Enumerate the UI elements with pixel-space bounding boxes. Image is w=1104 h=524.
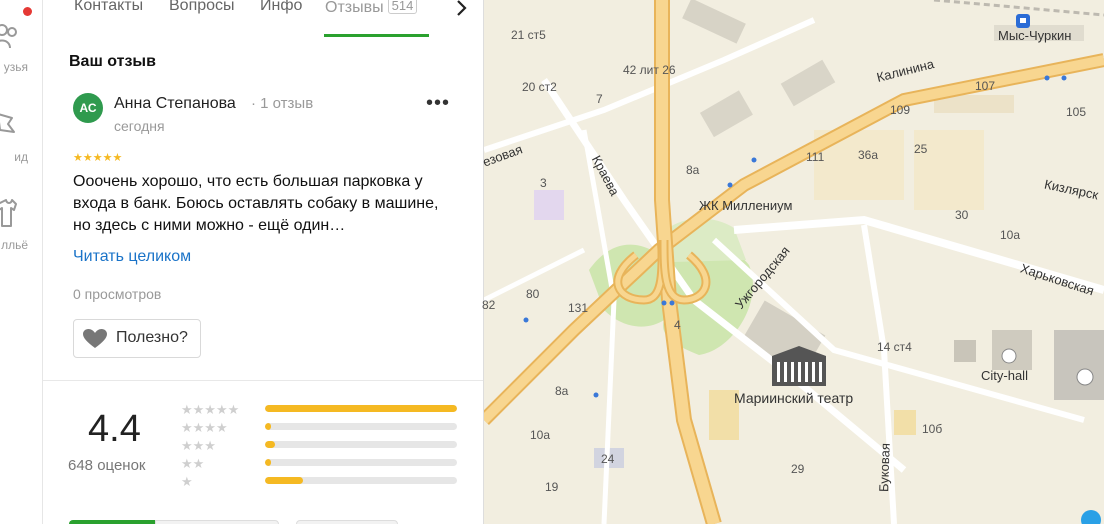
house-number: 21 ст5 [511, 28, 546, 42]
house-number: 82 [482, 298, 496, 312]
house-number: 7 [596, 92, 603, 106]
rail-item-clothes[interactable]: лльё [0, 198, 42, 258]
sort-button[interactable] [155, 520, 279, 524]
tab-bar: Контакты Вопросы Инфо Отзывы 514 [43, 0, 483, 37]
clothes-icon [0, 199, 17, 227]
org-panel: Контакты Вопросы Инфо Отзывы 514 Ваш отзы… [43, 0, 484, 524]
rating-row-fill [265, 459, 271, 466]
chevron-right-icon[interactable] [451, 0, 471, 18]
rating-row-fill [265, 441, 275, 448]
review-date: сегодня [114, 118, 165, 134]
rating-row-stars: ★★★★ [181, 420, 228, 435]
review-text: Ооочень хорошо, что есть большая парковк… [73, 173, 439, 234]
house-number: 36а [858, 148, 879, 162]
notification-dot [23, 7, 32, 16]
house-number: 109 [890, 103, 911, 117]
active-tab-indicator [324, 34, 429, 37]
rail-label-guide: ид [14, 150, 28, 164]
house-number: 30 [955, 208, 969, 222]
house-number: 131 [568, 301, 589, 315]
tab-reviews[interactable]: Отзывы 514 [325, 0, 418, 17]
house-number: 4 [674, 318, 681, 332]
guide-icon [0, 113, 15, 133]
rating-row-bar [265, 423, 457, 430]
house-number: 42 лит 26 [623, 63, 676, 77]
your-review-title: Ваш отзыв [69, 53, 156, 70]
rail-item-friends[interactable]: узья [0, 22, 42, 82]
house-number: 8а [555, 384, 569, 398]
friends-icon [0, 24, 17, 49]
house-number: 20 ст2 [522, 80, 557, 94]
house-number: 111 [806, 150, 825, 164]
house-number: 10а [1000, 228, 1021, 242]
house-number: 10б [922, 422, 943, 436]
more-options-icon[interactable]: ••• [426, 93, 450, 118]
review-stars: ★★★★★ [73, 152, 123, 164]
house-number: 29 [791, 462, 805, 476]
house-number: 10а [530, 428, 551, 442]
house-number: 3 [540, 176, 547, 190]
house-number: 8а [686, 163, 700, 177]
tab-reviews-count: 514 [387, 0, 418, 14]
metro-station-label[interactable]: Мыс-Чуркин [998, 28, 1071, 43]
tab-questions[interactable]: Вопросы [169, 0, 235, 15]
rail-label-friends: узья [3, 60, 28, 74]
rating-row-stars: ★★★ [181, 438, 216, 453]
poi-cityhall[interactable]: City-hall [981, 368, 1028, 383]
house-number: 80 [526, 287, 540, 301]
rating-value: 4.4 [88, 408, 141, 450]
rating-row-fill [265, 423, 271, 430]
heart-icon [83, 329, 107, 348]
rating-row-stars: ★★★★★ [181, 402, 240, 417]
avatar[interactable]: АС [73, 93, 103, 123]
rating-row-fill [265, 405, 457, 412]
divider [43, 380, 483, 381]
rating-count: 648 оценок [68, 457, 146, 474]
house-number: 107 [975, 79, 996, 93]
rating-row-bar [265, 441, 457, 448]
filter-button[interactable] [296, 520, 398, 524]
rating-row-fill [265, 477, 304, 484]
tab-contacts[interactable]: Контакты [74, 0, 143, 15]
useful-button[interactable]: Полезно? [73, 319, 201, 358]
poi-mariinsky[interactable]: Мариинский театр [734, 390, 853, 406]
house-number: 25 [914, 142, 928, 156]
map-view[interactable]: Мыс-Чуркин Калинина Краева Ужгородская Х… [481, 0, 1104, 524]
rating-row-bar [265, 477, 457, 484]
house-number: 105 [1066, 105, 1087, 119]
useful-label: Полезно? [116, 329, 188, 346]
house-number: 24 [601, 452, 615, 466]
rating-row-stars: ★ [181, 474, 193, 489]
rail-item-guide[interactable]: ид [0, 110, 42, 170]
side-rail: узья ид лльё [0, 0, 43, 524]
review-author[interactable]: Анна Степанова [114, 95, 236, 113]
street-bukovaya: Буковая [876, 442, 893, 493]
map-canvas [484, 0, 1104, 524]
write-review-button[interactable] [69, 520, 155, 524]
house-number: 14 ст4 [877, 340, 912, 354]
rating-row-bar [265, 459, 457, 466]
rating-row-stars: ★★ [181, 456, 205, 471]
poi-millennium[interactable]: ЖК Миллениум [699, 198, 792, 213]
read-more-link[interactable]: Читать целиком [73, 248, 191, 266]
author-review-count: · 1 отзыв [251, 95, 314, 112]
tab-info[interactable]: Инфо [260, 0, 302, 15]
rating-row-bar [265, 405, 457, 412]
house-number: 19 [545, 480, 559, 494]
tab-reviews-label: Отзывы [325, 0, 384, 16]
rail-label-clothes: лльё [1, 238, 28, 252]
views-count: 0 просмотров [73, 286, 162, 302]
